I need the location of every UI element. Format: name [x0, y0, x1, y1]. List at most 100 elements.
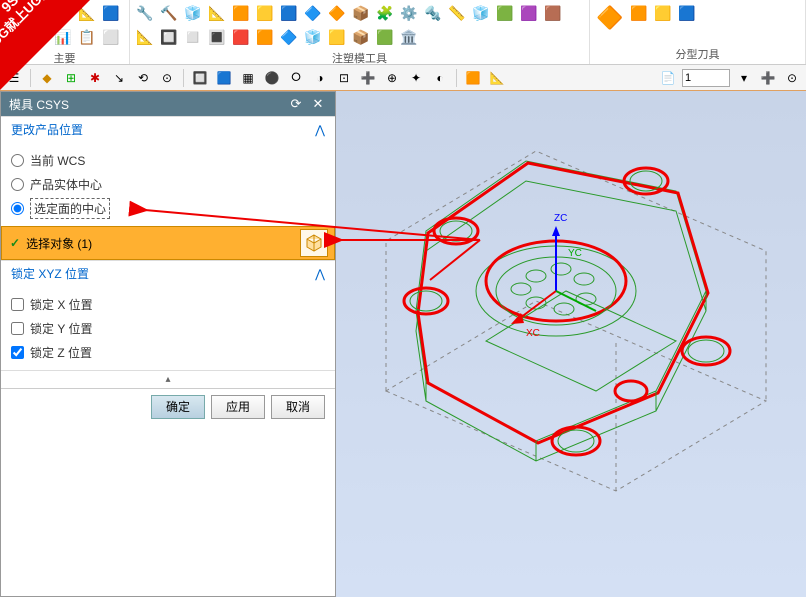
ribbon-icon[interactable]: 🔨 — [158, 2, 180, 24]
section-header-lock[interactable]: 锁定 XYZ 位置 ⋀ — [1, 260, 335, 286]
apply-button[interactable]: 应用 — [211, 395, 265, 419]
section-header-position[interactable]: 更改产品位置 ⋀ — [1, 116, 335, 142]
select-object-row[interactable]: ✓ 选择对象 (1) — [1, 226, 335, 260]
toolbar-menu-icon[interactable]: ☰ — [4, 68, 24, 88]
toolbar-btn[interactable]: ▦ — [238, 68, 258, 88]
ribbon-icon[interactable]: 🟦 — [100, 2, 122, 24]
toolbar-btn[interactable]: ◆ — [37, 68, 57, 88]
reset-icon[interactable]: ⟳ — [287, 95, 305, 113]
ribbon-icon[interactable]: 🟩 — [4, 26, 26, 48]
check-lock-x[interactable]: 锁定 X 位置 — [11, 292, 325, 316]
ribbon-icon[interactable]: 🟪 — [518, 2, 540, 24]
ribbon-icon[interactable]: ⚙️ — [398, 2, 420, 24]
radio-current-wcs[interactable]: 当前 WCS — [11, 148, 325, 172]
toolbar-btn[interactable]: ✦ — [406, 68, 426, 88]
toolbar-btn[interactable]: 🟦 — [214, 68, 234, 88]
radio-face-center[interactable]: 选定面的中心 — [11, 196, 325, 220]
ribbon-icon[interactable]: 🟩 — [374, 26, 396, 48]
select-object-label: 选择对象 (1) — [26, 235, 92, 252]
toolbar-btn[interactable]: ➕ — [758, 68, 778, 88]
ribbon-icon[interactable]: 🧊 — [302, 26, 324, 48]
toolbar-btn[interactable]: ➕ — [358, 68, 378, 88]
ribbon-section-label: 分型刀具 — [594, 44, 801, 62]
ribbon-icon[interactable]: 📦 — [4, 2, 26, 24]
ribbon-icon[interactable]: 🧊 — [470, 2, 492, 24]
ribbon-icon[interactable]: 📊 — [52, 26, 74, 48]
toolbar-btn[interactable]: 📄 — [658, 68, 678, 88]
ribbon-icon[interactable]: 🔶 — [594, 2, 626, 34]
radio-body-center[interactable]: 产品实体中心 — [11, 172, 325, 196]
ribbon-icon[interactable]: 🟩 — [494, 2, 516, 24]
toolbar-btn[interactable]: 📐 — [487, 68, 507, 88]
ribbon-icon[interactable]: 🔳 — [206, 26, 228, 48]
toolbar-btn[interactable]: ↘ — [109, 68, 129, 88]
ribbon-icon[interactable]: 📦 — [350, 26, 372, 48]
toolbar-btn[interactable]: ◐ — [430, 68, 450, 88]
ribbon-icon[interactable]: 🔷 — [52, 2, 74, 24]
dialog-title: 模具 CSYS — [9, 96, 69, 113]
ok-button[interactable]: 确定 — [151, 395, 205, 419]
ribbon-icon[interactable]: 🧩 — [374, 2, 396, 24]
axis-z-label: ZC — [554, 213, 567, 224]
ribbon-section-label: 主要 — [4, 48, 125, 66]
toolbar-btn[interactable]: ⭘ — [286, 68, 306, 88]
axis-y-label: YC — [568, 248, 582, 259]
toolbar-btn[interactable]: ⊡ — [334, 68, 354, 88]
section-title: 锁定 XYZ 位置 — [11, 265, 89, 282]
ribbon-icon[interactable]: 📏 — [446, 2, 468, 24]
ribbon-icon[interactable]: 🏛️ — [398, 26, 420, 48]
dialog-footer: 确定 应用 取消 — [1, 388, 335, 424]
check-lock-z[interactable]: 锁定 Z 位置 — [11, 340, 325, 364]
toolbar-btn[interactable]: ◑ — [310, 68, 330, 88]
3d-viewport[interactable]: ZC XC YC — [336, 91, 806, 597]
ribbon-icon[interactable]: 🔷 — [278, 26, 300, 48]
collapse-bar[interactable]: ▴ — [1, 370, 335, 388]
ribbon-icon[interactable]: ⬜ — [100, 26, 122, 48]
ribbon-icon[interactable]: 🟦 — [676, 2, 698, 24]
ribbon-icon[interactable]: 📐 — [76, 2, 98, 24]
section-title: 更改产品位置 — [11, 121, 83, 138]
toolbar-btn[interactable]: 🔲 — [190, 68, 210, 88]
chevron-up-icon: ⋀ — [315, 123, 325, 137]
ribbon-icon[interactable]: 🔩 — [422, 2, 444, 24]
toolbar-btn[interactable]: ✱ — [85, 68, 105, 88]
ribbon-icon[interactable]: 🟨 — [254, 2, 276, 24]
toolbar-btn[interactable]: ⊞ — [61, 68, 81, 88]
toolbar-btn[interactable]: ⊙ — [782, 68, 802, 88]
cancel-button[interactable]: 取消 — [271, 395, 325, 419]
ribbon-icon[interactable]: ◻️ — [182, 26, 204, 48]
cube-icon[interactable] — [300, 229, 328, 257]
toolbar-btn[interactable]: ⚫ — [262, 68, 282, 88]
toolbar-btn[interactable]: ⟲ — [133, 68, 153, 88]
chevron-up-icon: ⋀ — [315, 267, 325, 281]
ribbon-icon[interactable]: 🟧 — [628, 2, 650, 24]
ribbon-icon[interactable]: 🟧 — [230, 2, 252, 24]
ribbon-icon[interactable]: 🔷 — [302, 2, 324, 24]
ribbon-icon[interactable]: 🔧 — [134, 2, 156, 24]
ribbon-icon[interactable]: 📐 — [134, 26, 156, 48]
ribbon-icon[interactable]: 🔶 — [28, 26, 50, 48]
ribbon-icon[interactable]: 📦 — [350, 2, 372, 24]
ribbon-icon[interactable]: 🧊 — [28, 2, 50, 24]
axis-x-label: XC — [526, 328, 540, 339]
ribbon-icon[interactable]: 🟦 — [278, 2, 300, 24]
ribbon-icon[interactable]: 🔶 — [326, 2, 348, 24]
ribbon-icon[interactable]: 🧊 — [182, 2, 204, 24]
close-icon[interactable]: ✕ — [309, 95, 327, 113]
ribbon-icon[interactable]: 🟨 — [326, 26, 348, 48]
toolbar-number-input[interactable] — [682, 69, 730, 87]
ribbon-icon[interactable]: 🟫 — [542, 2, 564, 24]
ribbon-icon[interactable]: 📐 — [206, 2, 228, 24]
ribbon-icon[interactable]: 🟧 — [254, 26, 276, 48]
ribbon: 📦 🧊 🔷 📐 🟦 🟩 🔶 📊 📋 ⬜ 主要 🔧 🔨 🧊 📐 🟧 🟨 🟦 🔷 🔶… — [0, 0, 806, 65]
toolbar-btn[interactable]: 🟧 — [463, 68, 483, 88]
toolbar-btn[interactable]: ⊕ — [382, 68, 402, 88]
check-lock-y[interactable]: 锁定 Y 位置 — [11, 316, 325, 340]
ribbon-icon[interactable]: 🔲 — [158, 26, 180, 48]
ribbon-icon[interactable]: 🟥 — [230, 26, 252, 48]
ribbon-icon[interactable]: 📋 — [76, 26, 98, 48]
toolbar-btn[interactable]: ⊙ — [157, 68, 177, 88]
dialog-titlebar[interactable]: 模具 CSYS ⟳ ✕ — [1, 92, 335, 116]
toolbar-dropdown-icon[interactable]: ▾ — [734, 68, 754, 88]
ribbon-icon[interactable]: 🟨 — [652, 2, 674, 24]
